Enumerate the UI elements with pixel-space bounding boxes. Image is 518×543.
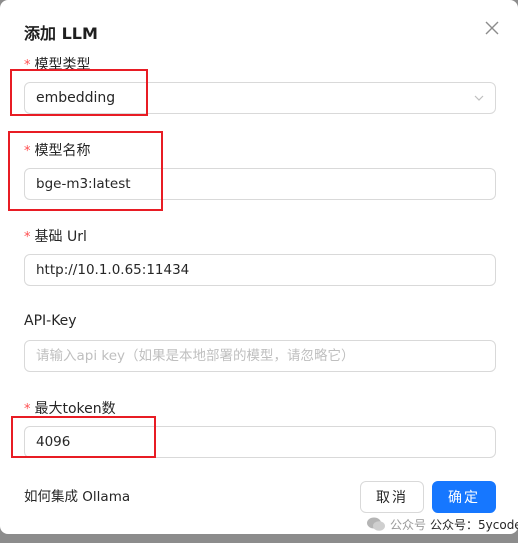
model-type-label-text: 模型类型 bbox=[34, 57, 91, 73]
how-to-integrate-ollama-link[interactable]: 如何集成 Ollama bbox=[24, 485, 130, 505]
model-type-select[interactable]: embedding bbox=[24, 82, 496, 114]
model-name-field[interactable] bbox=[24, 168, 496, 200]
api-key-field[interactable] bbox=[24, 340, 496, 372]
dialog-title: 添加 LLM bbox=[24, 24, 98, 43]
max-tokens-label-text: 最大token数 bbox=[34, 401, 116, 417]
model-name-label: * 模型名称 bbox=[24, 140, 91, 160]
model-type-value: embedding bbox=[36, 90, 116, 106]
watermark-text: 公众号：5ycode bbox=[430, 517, 518, 532]
chevron-down-icon bbox=[474, 95, 484, 101]
cancel-button[interactable]: 取消 bbox=[360, 481, 424, 513]
api-key-label: API-Key bbox=[24, 313, 77, 329]
base-url-input[interactable] bbox=[36, 255, 495, 285]
ok-button[interactable]: 确定 bbox=[432, 481, 496, 513]
model-name-input[interactable] bbox=[36, 169, 495, 199]
add-llm-dialog: 添加 LLM *模型类型 embedding *模型名称 *基础 Url API… bbox=[0, 0, 518, 534]
base-url-label: * 基础 Url bbox=[24, 226, 87, 246]
watermark: 公众号 公众号：5ycode bbox=[366, 514, 518, 534]
api-key-input[interactable] bbox=[36, 341, 495, 371]
required-mark: * bbox=[24, 58, 31, 73]
required-mark: * bbox=[24, 402, 31, 417]
required-mark: * bbox=[24, 144, 31, 159]
close-icon bbox=[485, 21, 499, 35]
watermark-prefix: 公众号 bbox=[390, 517, 427, 532]
base-url-label-text: 基础 Url bbox=[34, 229, 87, 245]
close-button[interactable] bbox=[480, 16, 504, 40]
max-tokens-field[interactable] bbox=[24, 426, 496, 458]
wechat-icon bbox=[367, 517, 385, 531]
model-name-label-text: 模型名称 bbox=[34, 143, 91, 159]
required-mark: * bbox=[24, 230, 31, 245]
base-url-field[interactable] bbox=[24, 254, 496, 286]
max-tokens-input[interactable] bbox=[36, 427, 495, 457]
max-tokens-label: * 最大token数 bbox=[24, 398, 116, 418]
model-type-label: * 模型类型 bbox=[24, 54, 91, 74]
